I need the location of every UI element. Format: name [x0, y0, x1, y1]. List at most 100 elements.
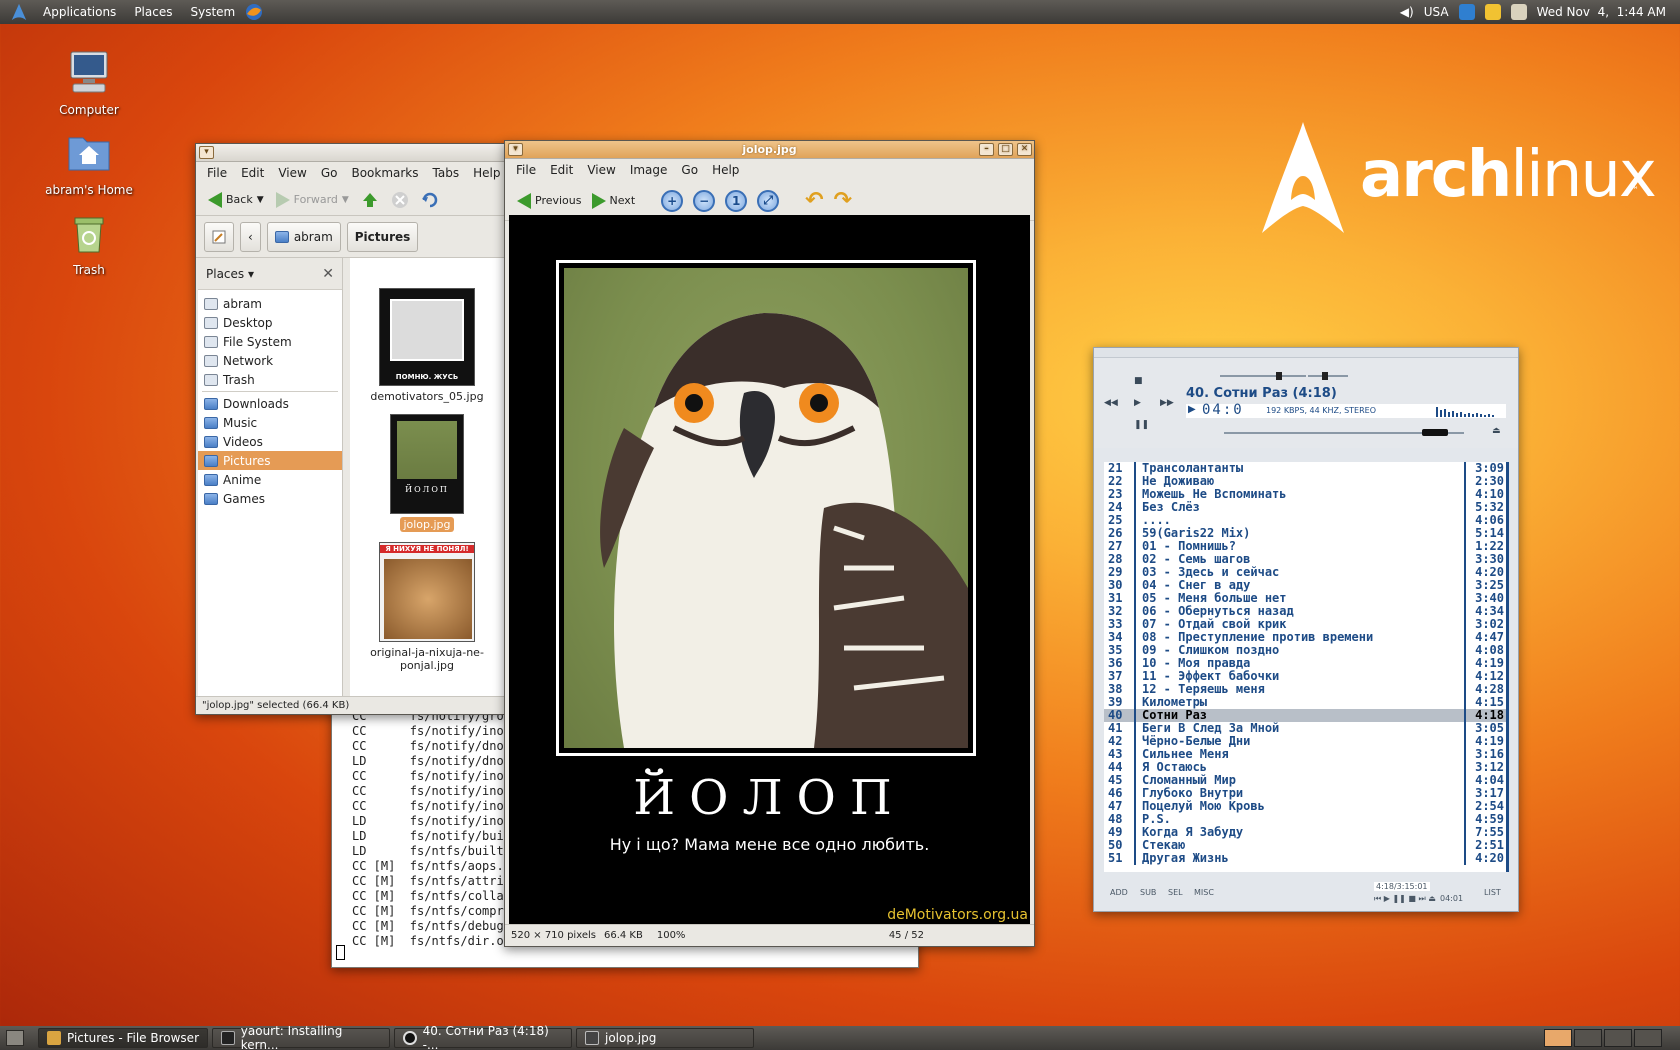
playlist-row[interactable]: 22 Не Доживаю 2:30 — [1104, 475, 1508, 488]
playlist-row[interactable]: 39 Километры 4:15 — [1104, 696, 1508, 709]
sidebar-item-desktop[interactable]: Desktop — [198, 313, 342, 332]
misc-button[interactable]: MISC — [1194, 888, 1214, 897]
system-menu[interactable]: System — [181, 0, 244, 24]
forward-button[interactable]: Forward ▼ — [275, 191, 349, 208]
task-image-viewer[interactable]: jolop.jpg — [576, 1028, 754, 1048]
playlist-row[interactable]: 30 04 - Снег в аду 3:25 — [1104, 579, 1508, 592]
playlist[interactable]: 21 Трансолантанты 3:09 22 Не Доживаю 2:30 23 Мо… — [1104, 462, 1508, 872]
playlist-row[interactable]: 38 12 - Теряешь меня 4:28 — [1104, 683, 1508, 696]
playlist-row[interactable]: 50 Стекаю 2:51 — [1104, 839, 1508, 852]
music-player-window[interactable]: ■ ◀◀ ▶ ▶▶ ❚❚ 40. Сотни Раз (4:18) ▶ 04:0… — [1093, 347, 1519, 912]
playlist-row[interactable]: 49 Когда Я Забуду 7:55 — [1104, 826, 1508, 839]
playlist-row[interactable]: 21 Трансолантанты 3:09 — [1104, 462, 1508, 475]
playlist-row[interactable]: 32 06 - Обернуться назад 4:34 — [1104, 605, 1508, 618]
playlist-row[interactable]: 33 07 - Отдай свой крик 3:02 — [1104, 618, 1508, 631]
rotate-right-icon[interactable]: ↷ — [834, 188, 852, 213]
close-sidebar-icon[interactable]: ✕ — [322, 266, 334, 282]
playlist-scrollbar[interactable] — [1506, 462, 1509, 872]
playlist-row[interactable]: 27 01 - Помнишь? 1:22 — [1104, 540, 1508, 553]
eject-icon[interactable]: ⏏ — [1492, 426, 1501, 436]
menu-go[interactable]: Go — [314, 166, 345, 180]
show-desktop-icon[interactable] — [6, 1030, 24, 1046]
playlist-row[interactable]: 37 11 - Эффект бабочки 4:12 — [1104, 670, 1508, 683]
chevron-down-icon[interactable]: ▼ — [257, 195, 264, 205]
mini-transport-controls[interactable]: ⏮ ▶ ❚❚ ■ ⏭ ⏏ — [1374, 894, 1436, 904]
task-file-browser[interactable]: Pictures - File Browser — [38, 1028, 208, 1048]
image-canvas[interactable]: ЙОЛОП Ну і що? Мама мене все одно любить… — [509, 215, 1030, 925]
list-button[interactable]: LIST — [1484, 888, 1501, 897]
up-arrow-icon[interactable] — [361, 191, 379, 209]
menu-tabs[interactable]: Tabs — [426, 166, 467, 180]
menu-bookmarks[interactable]: Bookmarks — [344, 166, 425, 180]
playlist-row[interactable]: 48 P.S. 4:59 — [1104, 813, 1508, 826]
sidebar-item-videos[interactable]: Videos — [198, 432, 342, 451]
menu-view[interactable]: View — [271, 166, 313, 180]
file-browser-window[interactable]: ▾ File Edit View Go Bookmarks Tabs Help … — [195, 143, 505, 715]
sidebar-item-abram[interactable]: abram — [198, 294, 342, 313]
balance-slider[interactable] — [1308, 372, 1348, 380]
playlist-row[interactable]: 44 Я Остаюсь 3:12 — [1104, 761, 1508, 774]
sidebar-item-games[interactable]: Games — [198, 489, 342, 508]
menu-file[interactable]: File — [509, 163, 543, 177]
file-icon-view[interactable]: ПОМНЮ. ЖУСЬ demotivators_05.jpg ЙОЛОП jo… — [350, 258, 504, 696]
messenger-tray-icon[interactable] — [1484, 4, 1501, 20]
image-viewer-window[interactable]: ▾ jolop.jpg – □ ✕ File Edit View Image G… — [504, 140, 1035, 947]
window-menu-button[interactable]: ▾ — [199, 146, 214, 159]
playlist-row[interactable]: 31 05 - Меня больше нет 3:40 — [1104, 592, 1508, 605]
sidebar-item-music[interactable]: Music — [198, 413, 342, 432]
sidebar-item-anime[interactable]: Anime — [198, 470, 342, 489]
play-icon[interactable]: ▶ — [1134, 398, 1141, 408]
menu-view[interactable]: View — [580, 163, 622, 177]
path-button-current[interactable]: Pictures — [346, 221, 419, 252]
previous-track-icon[interactable]: ◀◀ — [1104, 398, 1118, 408]
workspace-switcher[interactable] — [1544, 1029, 1662, 1047]
playlist-row[interactable]: 34 08 - Преступление против времени 4:47 — [1104, 631, 1508, 644]
volume-icon[interactable]: ◀) — [1400, 5, 1414, 19]
playlist-row[interactable]: 41 Беги В След За Мной 3:05 — [1104, 722, 1508, 735]
playlist-row[interactable]: 45 Сломанный Мир 4:04 — [1104, 774, 1508, 787]
file-item-selected[interactable]: ЙОЛОП jolop.jpg — [352, 414, 502, 532]
rotate-left-icon[interactable]: ↶ — [805, 188, 823, 213]
file-item[interactable]: ПОМНЮ. ЖУСЬ demotivators_05.jpg — [352, 288, 502, 403]
file-item[interactable]: Я НИХУЯ НЕ ПОНЯЛ! original-ja-nixuja-ne-… — [352, 542, 502, 672]
sidebar-type-selector[interactable]: Places ▾ — [206, 267, 254, 281]
menu-go[interactable]: Go — [674, 163, 705, 177]
network-tray-icon[interactable] — [1458, 4, 1475, 20]
playlist-row[interactable]: 43 Сильнее Меня 3:16 — [1104, 748, 1508, 761]
playlist-row[interactable]: 29 03 - Здесь и сейчас 4:20 — [1104, 566, 1508, 579]
playlist-row[interactable]: 24 Без Слёз 5:32 — [1104, 501, 1508, 514]
previous-button[interactable]: Previous — [517, 192, 582, 209]
menu-file[interactable]: File — [200, 166, 234, 180]
pause-icon[interactable]: ❚❚ — [1134, 420, 1149, 430]
clock[interactable]: Wed Nov 4, 1:44 AM — [1537, 5, 1666, 19]
playlist-row[interactable]: 51 Другая Жизнь 4:20 — [1104, 852, 1508, 865]
menu-image[interactable]: Image — [623, 163, 675, 177]
reload-icon[interactable] — [421, 191, 439, 209]
playlist-row-current[interactable]: 40 Сотни Раз 4:18 — [1104, 709, 1508, 722]
sidebar-item-file-system[interactable]: File System — [198, 332, 342, 351]
stop-icon[interactable] — [391, 191, 409, 209]
chevron-down-icon[interactable]: ▼ — [342, 195, 349, 205]
zoom-normal-icon[interactable]: 1 — [725, 189, 748, 212]
task-music-player[interactable]: 40. Сотни Раз (4:18) -... — [394, 1024, 572, 1050]
menu-edit[interactable]: Edit — [543, 163, 580, 177]
next-button[interactable]: Next — [591, 192, 635, 209]
file-browser-titlebar[interactable]: ▾ — [196, 144, 504, 162]
path-button-home[interactable]: abram — [266, 221, 341, 252]
playlist-row[interactable]: 23 Можешь Не Вспоминать 4:10 — [1104, 488, 1508, 501]
applications-menu[interactable]: Applications — [34, 0, 125, 24]
task-terminal[interactable]: yaourt: Installing kern... — [212, 1024, 390, 1050]
sub-button[interactable]: SUB — [1140, 888, 1156, 897]
places-menu[interactable]: Places — [125, 0, 181, 24]
desktop-icon-computer[interactable]: Computer — [29, 48, 149, 117]
zoom-fit-icon[interactable]: ⤢ — [757, 189, 780, 212]
playlist-row[interactable]: 47 Поцелуй Мою Кровь 2:54 — [1104, 800, 1508, 813]
minimize-button[interactable]: – — [979, 143, 994, 156]
sidebar-item-downloads[interactable]: Downloads — [198, 394, 342, 413]
image-viewer-titlebar[interactable]: ▾ jolop.jpg – □ ✕ — [505, 141, 1034, 159]
maximize-button[interactable]: □ — [998, 143, 1013, 156]
menu-edit[interactable]: Edit — [234, 166, 271, 180]
sidebar-item-network[interactable]: Network — [198, 351, 342, 370]
zoom-in-icon[interactable]: + — [661, 189, 684, 212]
notification-tray-icon[interactable] — [1510, 4, 1527, 20]
